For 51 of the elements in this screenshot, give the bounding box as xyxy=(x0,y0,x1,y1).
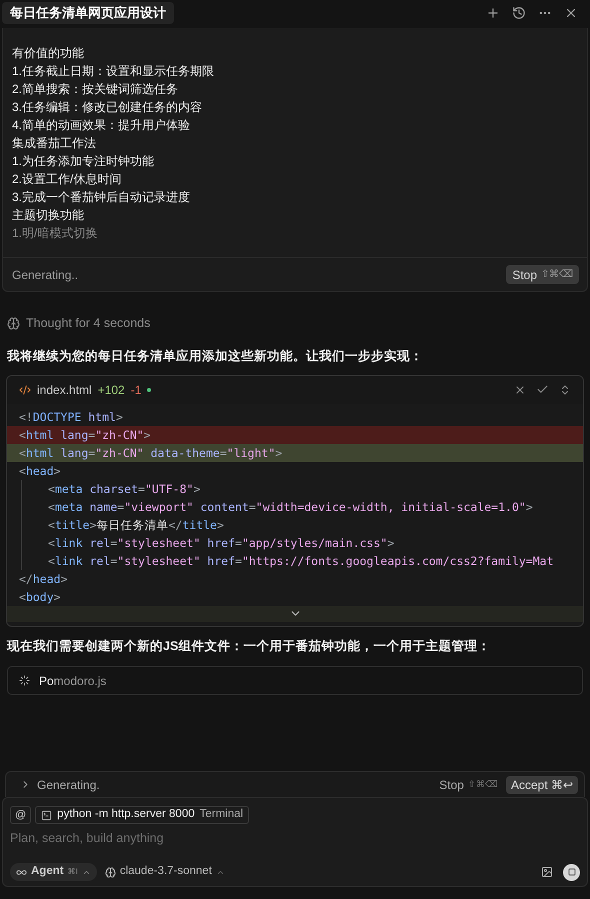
status-text: Generating.. xyxy=(12,266,78,284)
code-line: <meta name="viewport" content="width=device-width, initial-scale=1.0"> xyxy=(47,498,534,516)
chat-tab[interactable]: 每日任务清单网页应用设计 xyxy=(2,2,174,24)
new-chat-icon[interactable] xyxy=(486,6,500,20)
prompt-field[interactable]: Plan, search, build anything xyxy=(10,828,580,848)
pending-file-card[interactable]: Pomodoro.js xyxy=(7,666,583,696)
model-selector[interactable]: claude-3.7-sonnet xyxy=(104,863,225,881)
reject-icon[interactable] xyxy=(514,384,526,396)
response-line: 3.完成一个番茄钟后自动记录进度 xyxy=(12,189,192,206)
code-line: <!DOCTYPE html> xyxy=(18,408,124,426)
response-line: 有价值的功能 xyxy=(12,45,85,62)
outro-text: 现在我们需要创建两个新的JS组件文件：一个用于番茄钟功能，一个用于主题管理： xyxy=(6,638,492,654)
code-line: <meta charset="UTF-8"> xyxy=(47,480,202,498)
code-line: <link rel="stylesheet" href="https://fonts.googleapis.com/css2?family=Mat xyxy=(47,552,554,570)
response-line: 4.简单的动画效果：提升用户体验 xyxy=(12,117,192,134)
context-chip[interactable]: python -m http.server 8000 Terminal xyxy=(35,806,250,824)
response-line: 主题切换功能 xyxy=(12,207,85,224)
intro-text: 我将继续为您的每日任务清单应用添加这些新功能。让我们一步步实现： xyxy=(6,348,424,365)
brain-icon xyxy=(7,316,20,330)
stop-icon xyxy=(568,868,576,876)
code-line: <head> xyxy=(18,462,62,480)
stop-button[interactable]: Stop ⇧⌘⌫ xyxy=(439,776,498,794)
brain-icon xyxy=(104,866,116,878)
response-line: 3.任务编辑：修改已创建任务的内容 xyxy=(12,99,204,116)
spinner-icon xyxy=(19,675,30,686)
response-line: 1.任务截止日期：设置和显示任务期限 xyxy=(12,63,216,80)
response-line: 1.为任务添加专注时钟功能 xyxy=(12,153,156,170)
image-icon[interactable] xyxy=(541,866,553,878)
close-icon[interactable] xyxy=(564,6,578,20)
generation-status: Generating. xyxy=(37,776,100,794)
expand-icon[interactable] xyxy=(559,384,571,396)
file-name[interactable]: index.html xyxy=(37,380,92,398)
added-count: +102 xyxy=(98,382,125,398)
code-line: </head> xyxy=(18,570,68,588)
terminal-icon xyxy=(41,810,52,820)
response-line: 2.设置工作/休息时间 xyxy=(12,171,122,188)
stop-button[interactable]: Stop ⇧⌘⌫ xyxy=(506,265,579,284)
thought-label[interactable]: Thought for 4 seconds xyxy=(26,314,150,333)
response-line: 2.简单搜索：按关键词筛选任务 xyxy=(12,81,180,98)
code-line: <title>每日任务清单</title> xyxy=(47,516,225,534)
mode-selector[interactable]: Agent ⌘I xyxy=(10,863,97,881)
history-icon[interactable] xyxy=(512,6,526,20)
mention-button[interactable]: @ xyxy=(10,806,32,824)
code-line: <body> xyxy=(18,588,62,606)
response-line: 集成番茄工作法 xyxy=(12,135,97,152)
accept-button[interactable]: Accept ⌘↩ xyxy=(506,776,578,794)
code-file-icon xyxy=(19,384,31,396)
code-line: <link rel="stylesheet" href="app/styles/main.css"> xyxy=(47,534,396,552)
removed-count: -1 xyxy=(130,382,142,398)
response-line: 1.明/暗模式切换 xyxy=(12,225,98,242)
stop-generation-button[interactable] xyxy=(563,864,580,880)
